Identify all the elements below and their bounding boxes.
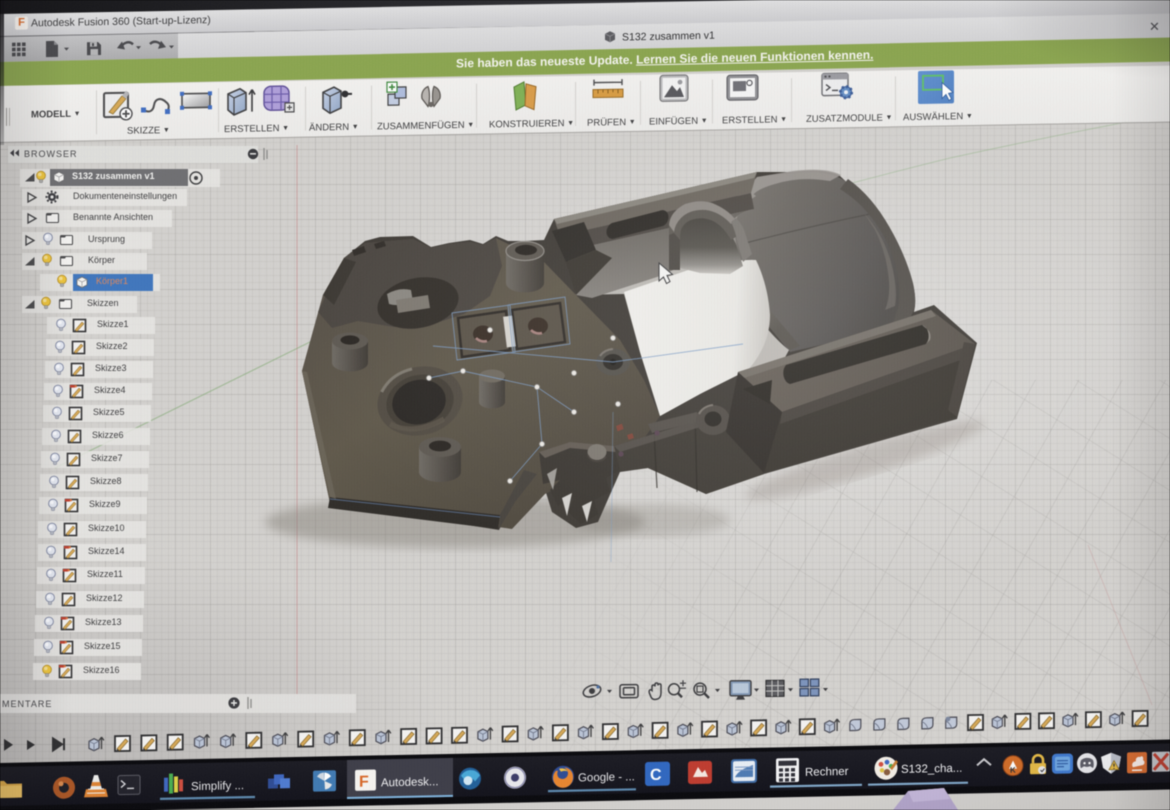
svg-text:K: K bbox=[1010, 766, 1016, 775]
svg-text:C: C bbox=[650, 767, 662, 784]
svg-text:Simplify ...: Simplify ... bbox=[191, 780, 244, 793]
svg-text:F: F bbox=[359, 774, 369, 791]
svg-text:Rechner: Rechner bbox=[805, 766, 849, 779]
svg-text:S132_cha...: S132_cha... bbox=[901, 763, 962, 776]
svg-text:Google - ...: Google - ... bbox=[578, 771, 635, 784]
svg-text:Autodesk...: Autodesk... bbox=[381, 776, 439, 789]
